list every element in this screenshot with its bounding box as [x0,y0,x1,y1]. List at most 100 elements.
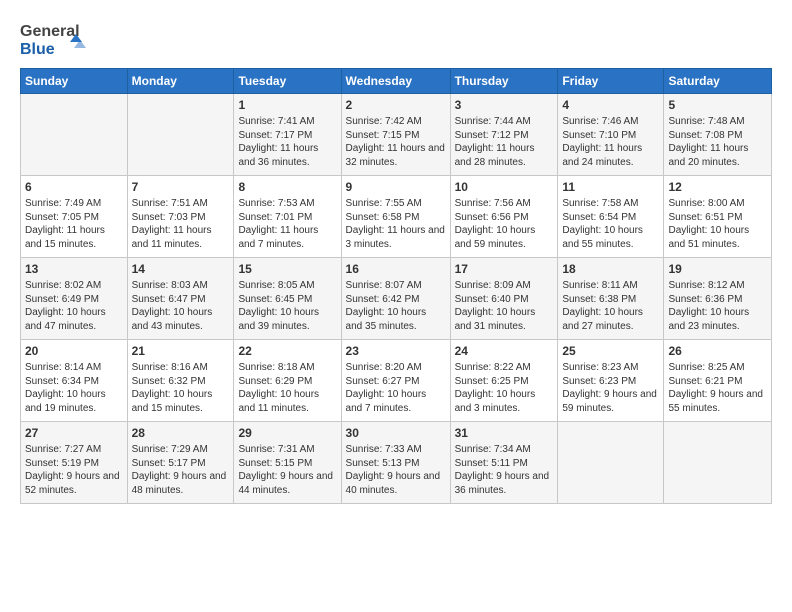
calendar-cell: 12Sunrise: 8:00 AMSunset: 6:51 PMDayligh… [664,176,772,258]
day-info: Sunset: 6:42 PM [346,293,446,307]
svg-text:General: General [20,23,80,40]
day-info: Daylight: 10 hours and 55 minutes. [562,224,659,251]
day-header-wednesday: Wednesday [341,69,450,94]
day-info: Sunset: 6:47 PM [132,293,230,307]
day-info: Daylight: 10 hours and 27 minutes. [562,306,659,333]
day-header-friday: Friday [558,69,664,94]
calendar-cell [664,422,772,504]
calendar-cell: 1Sunrise: 7:41 AMSunset: 7:17 PMDaylight… [234,94,341,176]
day-info: Sunrise: 8:07 AM [346,279,446,293]
day-info: Sunset: 5:15 PM [238,457,336,471]
day-info: Sunrise: 7:55 AM [346,197,446,211]
day-info: Sunrise: 8:16 AM [132,361,230,375]
day-info: Sunset: 6:45 PM [238,293,336,307]
logo: GeneralBlue [20,16,100,60]
day-number: 18 [562,261,659,277]
calendar-cell: 14Sunrise: 8:03 AMSunset: 6:47 PMDayligh… [127,258,234,340]
day-info: Daylight: 11 hours and 24 minutes. [562,142,659,169]
day-info: Daylight: 10 hours and 19 minutes. [25,388,123,415]
day-info: Daylight: 9 hours and 36 minutes. [455,470,554,497]
day-header-monday: Monday [127,69,234,94]
calendar-cell: 31Sunrise: 7:34 AMSunset: 5:11 PMDayligh… [450,422,558,504]
day-info: Daylight: 10 hours and 35 minutes. [346,306,446,333]
day-info: Daylight: 11 hours and 32 minutes. [346,142,446,169]
calendar-cell: 30 Sunrise: 7:33 AMSunset: 5:13 PMDayligh… [341,422,450,504]
day-number: 7 [132,179,230,195]
week-row-3: 13Sunrise: 8:02 AMSunset: 6:49 PMDayligh… [21,258,772,340]
svg-text:Blue: Blue [20,41,55,58]
day-info: Sunset: 7:17 PM [238,129,336,143]
day-info: Sunrise: 7:44 AM [455,115,554,129]
calendar-cell: 22Sunrise: 8:18 AMSunset: 6:29 PMDayligh… [234,340,341,422]
calendar-cell [21,94,128,176]
day-info: Sunrise: 8:02 AM [25,279,123,293]
day-info: Sunrise: 7:58 AM [562,197,659,211]
day-number: 11 [562,179,659,195]
day-info: Daylight: 10 hours and 47 minutes. [25,306,123,333]
calendar-cell: 10Sunrise: 7:56 AMSunset: 6:56 PMDayligh… [450,176,558,258]
day-info: Daylight: 9 hours and 40 minutes. [346,470,446,497]
day-info: Sunset: 6:49 PM [25,293,123,307]
day-info: Sunset: 7:08 PM [668,129,767,143]
day-header-thursday: Thursday [450,69,558,94]
day-info: Sunset: 5:13 PM [346,457,446,471]
day-number: 21 [132,343,230,359]
calendar-cell: 5Sunrise: 7:48 AMSunset: 7:08 PMDaylight… [664,94,772,176]
header-row: SundayMondayTuesdayWednesdayThursdayFrid… [21,69,772,94]
day-info: Daylight: 11 hours and 3 minutes. [346,224,446,251]
day-number: 5 [668,97,767,113]
calendar-cell: 27Sunrise: 7:27 AMSunset: 5:19 PMDayligh… [21,422,128,504]
calendar-cell: 15Sunrise: 8:05 AMSunset: 6:45 PMDayligh… [234,258,341,340]
day-number: 24 [455,343,554,359]
calendar-page: GeneralBlue SundayMondayTuesdayWednesday… [0,0,792,514]
day-number: 29 [238,425,336,441]
day-info: Sunrise: 7:53 AM [238,197,336,211]
day-number: 23 [346,343,446,359]
day-number: 27 [25,425,123,441]
calendar-cell: 6Sunrise: 7:49 AMSunset: 7:05 PMDaylight… [21,176,128,258]
day-number: 13 [25,261,123,277]
calendar-cell: 21Sunrise: 8:16 AMSunset: 6:32 PMDayligh… [127,340,234,422]
calendar-cell: 4Sunrise: 7:46 AMSunset: 7:10 PMDaylight… [558,94,664,176]
day-info: Sunrise: 8:05 AM [238,279,336,293]
week-row-1: 1Sunrise: 7:41 AMSunset: 7:17 PMDaylight… [21,94,772,176]
day-info: Daylight: 10 hours and 51 minutes. [668,224,767,251]
day-info: Sunrise: 7:33 AM [346,443,446,457]
day-info: Daylight: 11 hours and 7 minutes. [238,224,336,251]
day-info: Sunrise: 8:12 AM [668,279,767,293]
day-number: 3 [455,97,554,113]
calendar-cell [558,422,664,504]
day-info: Sunrise: 7:51 AM [132,197,230,211]
day-number: 25 [562,343,659,359]
day-number: 16 [346,261,446,277]
day-number: 8 [238,179,336,195]
calendar-cell: 26Sunrise: 8:25 AMSunset: 6:21 PMDayligh… [664,340,772,422]
calendar-cell: 20Sunrise: 8:14 AMSunset: 6:34 PMDayligh… [21,340,128,422]
day-number: 19 [668,261,767,277]
calendar-cell: 9Sunrise: 7:55 AMSunset: 6:58 PMDaylight… [341,176,450,258]
day-info: Daylight: 11 hours and 15 minutes. [25,224,123,251]
day-info: Sunrise: 7:29 AM [132,443,230,457]
day-number: 30 [346,425,446,441]
day-number: 9 [346,179,446,195]
day-info: Sunset: 6:54 PM [562,211,659,225]
day-info: Daylight: 11 hours and 36 minutes. [238,142,336,169]
calendar-cell: 18Sunrise: 8:11 AMSunset: 6:38 PMDayligh… [558,258,664,340]
day-info: Daylight: 10 hours and 23 minutes. [668,306,767,333]
day-number: 2 [346,97,446,113]
day-info: Sunset: 6:29 PM [238,375,336,389]
day-number: 14 [132,261,230,277]
calendar-cell: 16 Sunrise: 8:07 AMSunset: 6:42 PMDayligh… [341,258,450,340]
day-number: 28 [132,425,230,441]
day-info: Sunset: 5:17 PM [132,457,230,471]
day-info: Daylight: 9 hours and 55 minutes. [668,388,767,415]
day-info: Sunset: 7:10 PM [562,129,659,143]
day-info: Sunset: 5:11 PM [455,457,554,471]
header: GeneralBlue [20,16,772,60]
day-number: 12 [668,179,767,195]
day-info: Daylight: 10 hours and 31 minutes. [455,306,554,333]
calendar-cell: 8Sunrise: 7:53 AMSunset: 7:01 PMDaylight… [234,176,341,258]
day-info: Sunrise: 8:22 AM [455,361,554,375]
day-info: Sunrise: 8:20 AM [346,361,446,375]
day-number: 17 [455,261,554,277]
